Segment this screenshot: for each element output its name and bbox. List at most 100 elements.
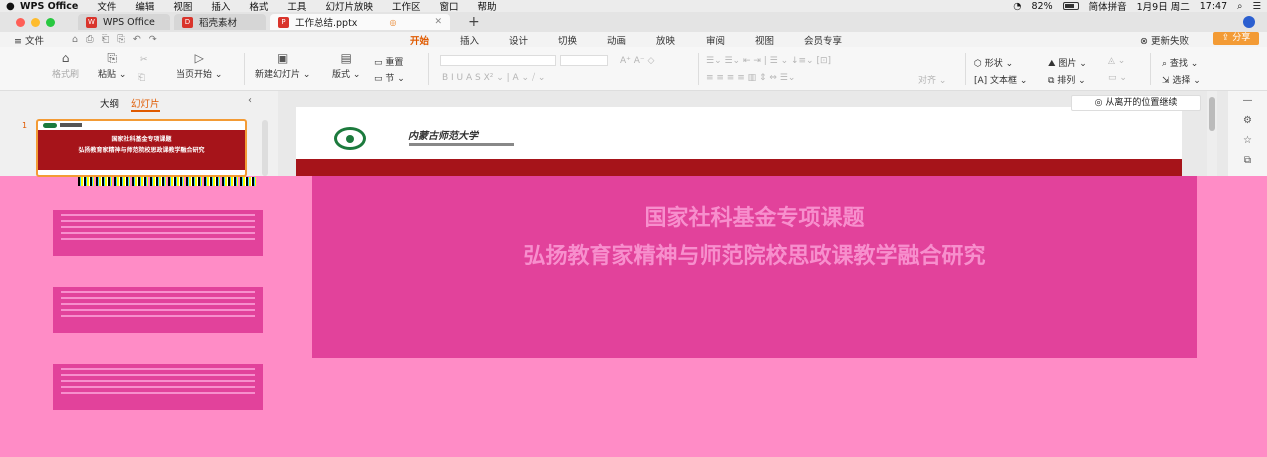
layout-text: 版式 (332, 70, 351, 80)
account-avatar-icon[interactable] (1243, 16, 1255, 28)
find-button[interactable]: ⌕ 查找 ⌄ (1162, 56, 1198, 69)
sidebar-minus-icon[interactable]: — (1228, 91, 1267, 111)
thumbnail-title: 国家社科基金专项课题 (111, 136, 172, 143)
paragraph-align-icons[interactable]: ≡ ≡ ≡ ≡ ▥ ⇕ ⇔ ☰⌄ (706, 73, 795, 83)
slide-thumbnail-1[interactable]: 国家社科基金专项课题 弘扬教育家精神与师范院校思政课教学融合研究 (36, 119, 247, 177)
menubar-time: 17:47 (1199, 0, 1228, 12)
tab-review[interactable]: 审阅 (706, 33, 725, 47)
tab-label: 工作总结.pptx (295, 18, 358, 29)
close-tab-icon[interactable]: ✕ (434, 17, 442, 27)
panel-scrollbar[interactable] (262, 120, 268, 176)
mac-menubar: ● WPS Office 文件 编辑 视图 插入 格式 工具 幻灯片放映 工作区… (0, 0, 1267, 13)
wifi-icon[interactable]: ◔ (1013, 1, 1021, 12)
update-status[interactable]: ⊗ 更新失败 (1140, 33, 1189, 47)
sidebar-sliders-icon[interactable]: ⚙ (1228, 111, 1267, 131)
close-window-button[interactable] (16, 17, 25, 27)
tab-insert[interactable]: 插入 (460, 33, 479, 47)
file-menu[interactable]: ≡ 文件 (14, 33, 44, 47)
section-button[interactable]: ▭ 节 ⌄ (374, 71, 405, 84)
outline-icon[interactable]: ▭ ⌄ (1108, 73, 1127, 83)
find-label: 查找 (1169, 59, 1188, 69)
arrange-label: 排列 (1057, 76, 1076, 86)
zoom-window-button[interactable] (46, 17, 55, 27)
university-emblem-icon (334, 127, 366, 150)
font-name-select[interactable] (440, 55, 556, 66)
textbox-label: 文本框 (990, 76, 1018, 86)
university-logo-icon (43, 123, 57, 128)
resume-position-button[interactable]: ◎ 从离开的位置继续 (1071, 95, 1201, 111)
slide-subtitle: 弘扬教育家精神与师范院校思政课教学融合研究 (523, 243, 986, 269)
fill-icon[interactable]: ◬ ⌄ (1108, 56, 1125, 66)
align-button[interactable]: 对齐 ⌄ (918, 73, 946, 86)
university-name: 内蒙古师范大学 (408, 131, 478, 142)
select-label: 选择 (1172, 76, 1191, 86)
battery-icon[interactable] (1062, 2, 1079, 10)
university-english-name (409, 143, 514, 146)
align-label: 对齐 (918, 76, 937, 86)
ribbon-divider (698, 53, 699, 85)
shape-button[interactable]: ⬡ 形状 ⌄ (974, 56, 1013, 69)
pptx-file-icon: P (278, 16, 289, 28)
ribbon-divider (244, 53, 245, 85)
paste-label-text: 粘贴 (98, 70, 117, 80)
spotlight-icon[interactable]: ⌕ (1237, 1, 1242, 12)
picture-button[interactable]: ⛰ 图片 ⌄ (1048, 56, 1087, 69)
paste-button[interactable]: ⎘ 粘贴 ⌄ (98, 49, 126, 89)
font-size-select[interactable] (560, 55, 608, 66)
emblem-center (346, 135, 354, 143)
corrupted-pixel-strip (78, 177, 256, 186)
apple-icon[interactable]: ● (6, 1, 20, 12)
tab-design[interactable]: 设计 (509, 33, 528, 47)
control-center-icon[interactable]: ☰ (1252, 1, 1261, 12)
arrange-button[interactable]: ⧉ 排列 ⌄ (1048, 73, 1086, 86)
tab-view[interactable]: 视图 (755, 33, 774, 47)
tab-home[interactable]: 开始 (410, 33, 429, 47)
sidebar-layers-icon[interactable]: ⧉ (1228, 151, 1267, 171)
sidebar-star-icon[interactable]: ☆ (1228, 131, 1267, 151)
select-button[interactable]: ⇲ 选择 ⌄ (1162, 73, 1201, 86)
slide-editor[interactable]: 内蒙古师范大学 (296, 107, 1182, 176)
cut-icon[interactable]: ✂ (140, 55, 148, 65)
reset-button[interactable]: ▭ 重置 (374, 55, 403, 68)
tab-docer-material[interactable]: D 稻壳素材 (174, 14, 266, 30)
university-logo-text (60, 123, 82, 127)
copy-icon[interactable]: ⎗ (138, 73, 145, 83)
resume-position-label: 从离开的位置继续 (1105, 98, 1178, 108)
format-painter-button[interactable]: ⌂ 格式刷 (52, 49, 79, 89)
collapse-panel-icon[interactable]: ‹ (248, 95, 252, 106)
share-button[interactable]: ⇪ 分享 (1213, 32, 1259, 45)
tab-slideshow[interactable]: 放映 (656, 33, 675, 47)
new-slide-text: 新建幻灯片 (255, 70, 301, 80)
layout-button[interactable]: ▤ 版式 ⌄ (332, 49, 360, 89)
new-tab-icon[interactable]: + (468, 14, 480, 30)
canvas-scrollbar[interactable] (1207, 91, 1217, 176)
corrupted-slide-title-area: 国家社科基金专项课题 弘扬教育家精神与师范院校思政课教学融合研究 (312, 176, 1197, 358)
start-from-current-text: 当页开始 (176, 70, 213, 80)
slide-thumbnail-2[interactable] (53, 210, 263, 256)
menu-app[interactable]: WPS Office (20, 1, 78, 12)
tab-animation[interactable]: 动画 (607, 33, 626, 47)
tab-transition[interactable]: 切换 (558, 33, 577, 47)
start-from-current-label: 当页开始 ⌄ (176, 70, 223, 80)
canvas-scroll-thumb[interactable] (1209, 97, 1215, 131)
tab-outline[interactable]: 大纲 (100, 96, 119, 112)
font-style-icons[interactable]: B I U A S X² ⌄ | A ⌄ ⧸ ⌄ (442, 73, 545, 83)
textbox-button[interactable]: [A] 文本框 ⌄ (974, 73, 1027, 86)
slide-thumbnail-3[interactable] (53, 287, 263, 333)
new-slide-button[interactable]: ▣ 新建幻灯片 ⌄ (255, 49, 310, 89)
tab-work-summary[interactable]: P 工作总结.pptx ◎ ✕ (270, 14, 450, 30)
tab-wps-office[interactable]: W WPS Office (78, 14, 170, 30)
quick-access-icons[interactable]: ⌂⎙⎗⎘↶↷ (72, 34, 165, 45)
tab-slides[interactable]: 幻灯片 (131, 96, 160, 112)
minimize-window-button[interactable] (31, 17, 40, 27)
start-from-current-button[interactable]: ▷ 当页开始 ⌄ (176, 49, 222, 89)
panel-tabs: 大纲 幻灯片 (100, 96, 160, 112)
update-status-label: 更新失败 (1150, 35, 1189, 47)
file-menu-label: 文件 (24, 35, 44, 47)
slide-thumbnail-4[interactable] (53, 364, 263, 410)
list-indent-icons[interactable]: ☰⌄ ☰⌄ ⇤ ⇥ | ☰ ⌄ ↓≡⌄ [⊡] (706, 56, 831, 66)
font-grow-shrink-icons[interactable]: A⁺ A⁻ ◇ (620, 56, 654, 66)
slide-number: 1 (22, 121, 28, 130)
tab-member[interactable]: 会员专享 (804, 33, 842, 47)
ribbon-divider (965, 53, 966, 85)
